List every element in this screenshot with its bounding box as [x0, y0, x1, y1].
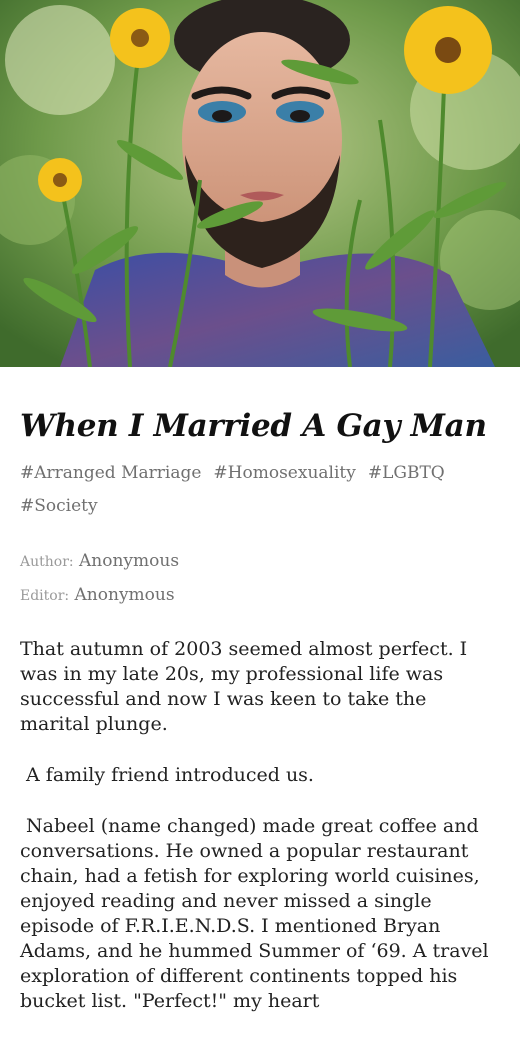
editor-label: Editor: — [20, 588, 70, 604]
editor-row: Editor: Anonymous — [20, 579, 500, 613]
tag-arranged-marriage[interactable]: #Arranged Marriage — [20, 457, 201, 490]
tag-society[interactable]: #Society — [20, 490, 98, 523]
article-meta: Author: Anonymous Editor: Anonymous — [20, 545, 500, 613]
tag-homosexuality[interactable]: #Homosexuality — [213, 457, 355, 490]
paragraph: That autumn of 2003 seemed almost perfec… — [20, 638, 468, 735]
article-title: When I Married A Gay Man — [20, 408, 487, 444]
author-name: Anonymous — [79, 551, 180, 571]
article: When I Married A Gay Man #Arranged Marri… — [20, 405, 500, 1040]
article-body: That autumn of 2003 seemed almost perfec… — [20, 637, 500, 1014]
tag-list: #Arranged Marriage #Homosexuality #LGBTQ… — [20, 457, 460, 523]
paragraph: A family friend introduced us. — [20, 764, 314, 786]
author-row: Author: Anonymous — [20, 545, 500, 579]
hero-illustration — [0, 0, 520, 367]
tag-lgbtq[interactable]: #LGBTQ — [368, 457, 445, 490]
paragraph: Nabeel (name changed) made great coffee … — [20, 815, 495, 1012]
editor-name: Anonymous — [74, 585, 175, 605]
hero-image — [0, 0, 520, 367]
author-label: Author: — [20, 554, 74, 570]
